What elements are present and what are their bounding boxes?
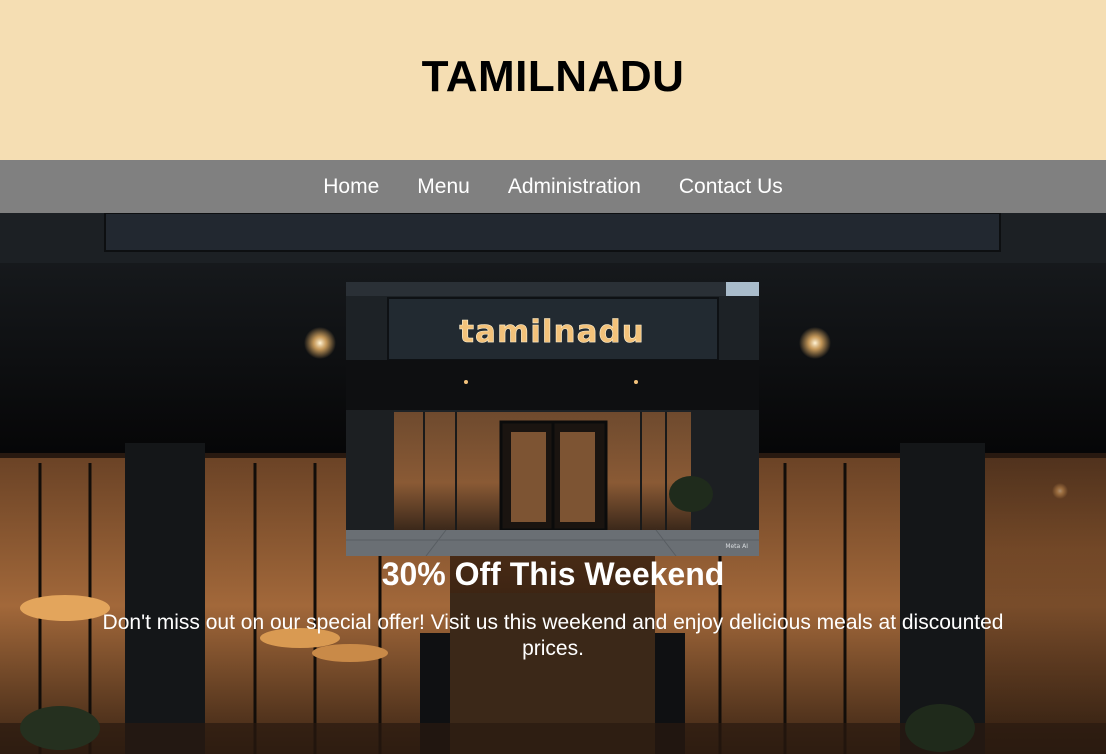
offer-description: Don't miss out on our special offer! Vis… [102,611,1004,660]
offer-title: 30% Off This Weekend [381,556,725,592]
promo-sign-text: tamilnadu [459,314,645,350]
nav-link-administration[interactable]: Administration [508,175,641,199]
site-title: TAMILNADU [421,52,685,101]
nav-link-contact-us[interactable]: Contact Us [679,175,783,199]
nav-link-home[interactable]: Home [323,175,379,199]
promo-storefront-image: tamilnadu Meta AI [346,282,759,556]
hero-section: tamilnadu Meta AI 30% Off This Weekend D… [0,213,1106,754]
main-nav: Home Menu Administration Contact Us [0,160,1106,213]
site-header: TAMILNADU [0,0,1106,160]
nav-link-menu[interactable]: Menu [417,175,470,199]
promo-watermark-text: Meta AI [725,543,748,550]
